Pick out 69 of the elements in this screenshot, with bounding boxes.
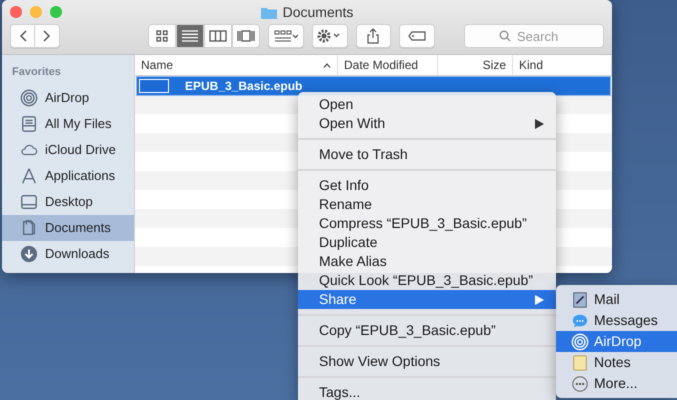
column-header[interactable]: Kind xyxy=(513,55,612,75)
column-header[interactable]: Size xyxy=(438,55,513,75)
menu-item[interactable]: Get Info xyxy=(298,176,556,195)
sidebar-item[interactable]: Applications xyxy=(2,162,134,188)
menu-item[interactable]: Open xyxy=(298,95,556,114)
file-name: EPUB_3_Basic.epub xyxy=(185,78,302,95)
file-icon xyxy=(139,79,169,93)
sidebar-item[interactable]: Desktop xyxy=(2,188,134,214)
speech-bubble-icon xyxy=(571,312,589,330)
desktop-icon xyxy=(20,192,38,210)
window-title: Documents xyxy=(282,2,354,22)
folder-icon xyxy=(260,6,277,18)
file-row[interactable]: EPUB_3_Basic.epub xyxy=(137,77,610,95)
sidebar-heading: Favorites xyxy=(11,65,62,80)
action-button[interactable] xyxy=(312,24,348,48)
sidebar-item[interactable]: All My Files xyxy=(2,110,134,136)
submenu-arrow-icon xyxy=(535,294,544,304)
share-icon xyxy=(367,28,380,44)
view-mode-button[interactable] xyxy=(148,24,176,48)
sidebar-item[interactable]: AirDrop xyxy=(2,84,134,110)
menu-item[interactable]: Share xyxy=(298,290,556,309)
search-icon xyxy=(499,30,511,42)
back-button[interactable] xyxy=(10,24,35,48)
menu-item[interactable]: Quick Look “EPUB_3_Basic.epub” xyxy=(298,271,556,290)
menu-item[interactable]: Make Alias xyxy=(298,252,556,271)
column-header[interactable]: Date Modified xyxy=(338,55,438,75)
stamp-icon xyxy=(571,290,589,308)
sort-ascending-icon xyxy=(323,62,331,68)
sidebar-item[interactable]: Downloads xyxy=(2,240,134,266)
arrange-button[interactable] xyxy=(268,24,304,48)
download-icon xyxy=(20,244,38,262)
chevron-right-icon xyxy=(43,30,51,42)
share-option[interactable]: AirDrop xyxy=(556,331,677,352)
airdrop-icon xyxy=(20,88,38,106)
menu-item[interactable]: Move to Trash xyxy=(298,145,556,164)
submenu-arrow-icon xyxy=(535,118,544,128)
view-mode-button[interactable] xyxy=(232,24,260,48)
columns-icon xyxy=(209,29,227,43)
view-mode-button[interactable] xyxy=(176,24,204,48)
more-icon xyxy=(571,374,589,392)
list-icon xyxy=(181,29,199,43)
share-option[interactable]: Notes xyxy=(556,352,677,373)
sidebar-item[interactable]: iCloud Drive xyxy=(2,136,134,162)
menu-item[interactable]: Tags... xyxy=(298,383,556,400)
sidebar-item[interactable]: Documents xyxy=(2,214,134,240)
notepad-icon xyxy=(571,354,589,372)
tag-icon xyxy=(408,31,426,41)
drawer-icon xyxy=(20,114,38,132)
menu-item[interactable]: Show View Options xyxy=(298,352,556,371)
search-field[interactable]: Search xyxy=(464,24,604,48)
airdrop-icon xyxy=(571,332,589,350)
share-option[interactable]: Mail xyxy=(556,289,677,310)
forward-button[interactable] xyxy=(35,24,60,48)
menu-item[interactable]: Duplicate xyxy=(298,233,556,252)
tag-button[interactable] xyxy=(399,24,435,48)
column-header[interactable]: Name xyxy=(135,55,338,75)
view-mode-button[interactable] xyxy=(204,24,232,48)
menu-item[interactable]: Compress “EPUB_3_Basic.epub” xyxy=(298,214,556,233)
share-button[interactable] xyxy=(356,24,392,48)
arrange-icon xyxy=(274,30,298,42)
app-store-icon xyxy=(20,166,38,184)
menu-item[interactable]: Rename xyxy=(298,195,556,214)
chevron-left-icon xyxy=(18,30,26,42)
menu-item[interactable]: Open With xyxy=(298,114,556,133)
menu-item[interactable]: Copy “EPUB_3_Basic.epub” xyxy=(298,321,556,340)
share-option[interactable]: Messages xyxy=(556,310,677,331)
document-icon xyxy=(20,218,38,236)
share-option[interactable]: More... xyxy=(556,373,677,394)
cover-flow-icon xyxy=(237,29,255,43)
